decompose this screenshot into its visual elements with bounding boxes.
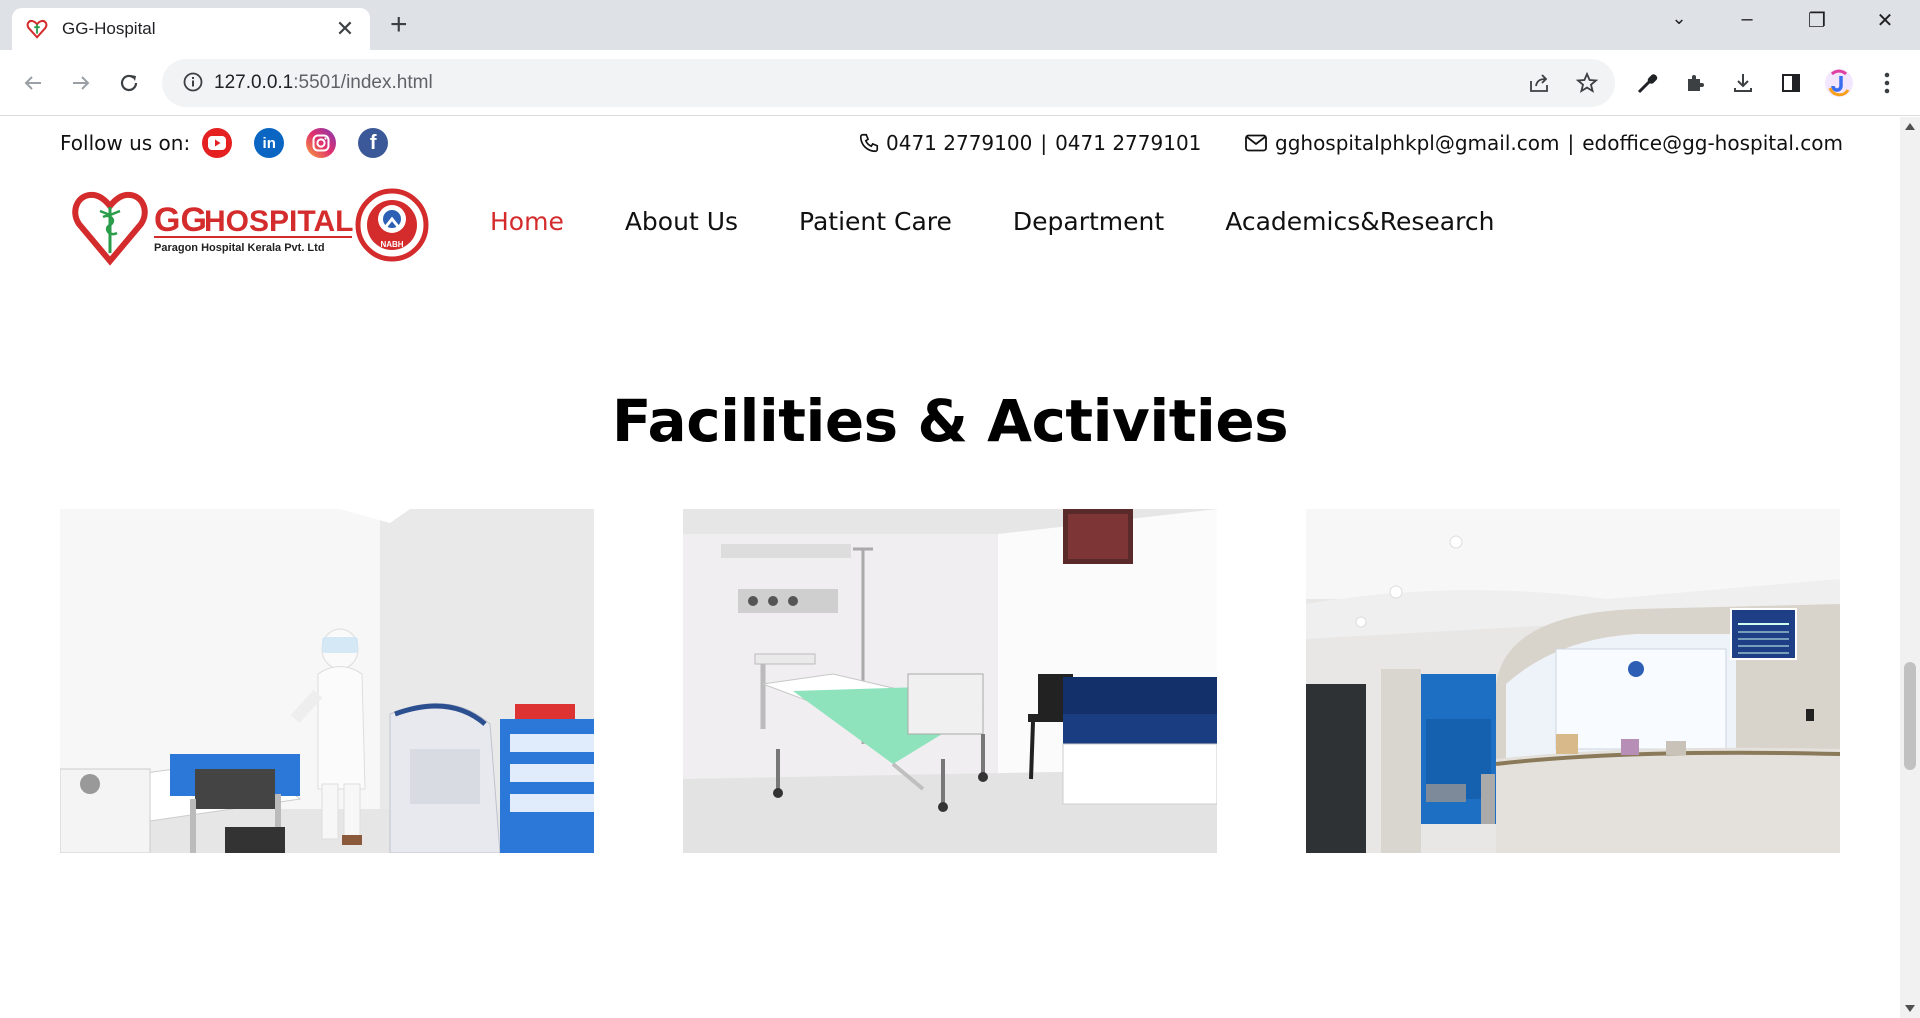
url-text: 127.0.0.1:5501/index.html: [214, 72, 433, 93]
phone-number-2[interactable]: 0471 2779101: [1055, 131, 1201, 155]
extensions-puzzle-icon[interactable]: [1678, 66, 1712, 100]
linkedin-icon[interactable]: in: [254, 128, 285, 158]
email-separator: |: [1567, 131, 1575, 155]
reload-icon[interactable]: [112, 66, 146, 100]
logo-gg-text: GG: [154, 201, 207, 239]
nabh-badge-text: NABH: [380, 240, 403, 249]
share-icon[interactable]: [1527, 71, 1551, 95]
phone-separator: |: [1040, 131, 1048, 155]
browser-tab[interactable]: GG-Hospital ✕: [12, 8, 370, 50]
youtube-icon[interactable]: [202, 128, 233, 158]
facebook-icon[interactable]: f: [358, 128, 389, 158]
scroll-thumb[interactable]: [1904, 662, 1916, 770]
scroll-up-arrow-icon[interactable]: [1905, 123, 1915, 130]
section-title: Facilities & Activities: [611, 387, 1289, 455]
scroll-down-arrow-icon[interactable]: [1905, 1005, 1915, 1012]
facilities-gallery: [60, 509, 1840, 853]
nav-patient-care[interactable]: Patient Care: [799, 207, 952, 236]
forward-icon[interactable]: [64, 66, 98, 100]
nav-academics-research[interactable]: Academics&Research: [1225, 207, 1494, 236]
phone-contact: 0471 2779100 | 0471 2779101: [858, 131, 1201, 155]
follow-label: Follow us on:: [60, 131, 191, 155]
chrome-menu-icon[interactable]: [1870, 66, 1904, 100]
back-icon[interactable]: [16, 66, 50, 100]
nav-about-us[interactable]: About Us: [625, 207, 738, 236]
profile-avatar-icon[interactable]: [1822, 66, 1856, 100]
eyedropper-extension-icon[interactable]: [1631, 66, 1665, 100]
facility-image-patient-ward[interactable]: [683, 509, 1217, 853]
mail-icon: [1245, 134, 1267, 152]
tab-search-icon[interactable]: ⌄: [1662, 8, 1696, 29]
minimize-icon[interactable]: –: [1730, 8, 1764, 31]
email-contact: gghospitalphkpl@gmail.com | edoffice@gg-…: [1245, 131, 1843, 155]
phone-icon: [859, 133, 879, 153]
download-icon[interactable]: [1726, 66, 1760, 100]
hospital-favicon-icon: [26, 19, 48, 39]
browser-tabbar: GG-Hospital ✕ + ⌄ – ❐ ✕: [0, 0, 1920, 50]
tab-close-icon[interactable]: ✕: [334, 16, 356, 42]
page-scrollbar[interactable]: [1900, 117, 1920, 1018]
site-info-icon[interactable]: [182, 71, 204, 93]
contact-topbar: Follow us on: in f 0471 2779100 | 0471 2…: [0, 117, 1900, 167]
side-panel-icon[interactable]: [1774, 66, 1808, 100]
facility-image-treatment-room[interactable]: [60, 509, 594, 853]
facility-image-reception[interactable]: [1306, 509, 1840, 853]
email-address-2[interactable]: edoffice@gg-hospital.com: [1582, 131, 1843, 155]
email-address[interactable]: gghospitalphkpl@gmail.com: [1275, 131, 1559, 155]
nav-department[interactable]: Department: [1013, 207, 1164, 236]
tab-title: GG-Hospital: [62, 19, 156, 38]
logo-subtitle: Paragon Hospital Kerala Pvt. Ltd: [154, 242, 325, 254]
address-bar[interactable]: 127.0.0.1:5501/index.html: [162, 59, 1615, 107]
main-nav: Home About Us Patient Care Department Ac…: [490, 207, 1555, 236]
phone-number[interactable]: 0471 2779100: [886, 131, 1032, 155]
new-tab-icon[interactable]: +: [390, 10, 408, 40]
instagram-icon[interactable]: [306, 128, 337, 158]
nav-home[interactable]: Home: [490, 207, 564, 236]
browser-toolbar: 127.0.0.1:5501/index.html: [0, 50, 1920, 116]
follow-us: Follow us on: in f: [60, 128, 410, 158]
bookmark-star-icon[interactable]: [1575, 71, 1599, 95]
gg-hospital-logo[interactable]: GG HOSPITAL Paragon Hospital Kerala Pvt.…: [70, 179, 430, 269]
logo-hospital-text: HOSPITAL: [204, 205, 353, 238]
page-viewport: Follow us on: in f 0471 2779100 | 0471 2…: [0, 117, 1900, 1018]
window-close-icon[interactable]: ✕: [1868, 8, 1902, 33]
restore-icon[interactable]: ❐: [1800, 8, 1834, 33]
site-header: GG HOSPITAL Paragon Hospital Kerala Pvt.…: [0, 167, 1900, 287]
